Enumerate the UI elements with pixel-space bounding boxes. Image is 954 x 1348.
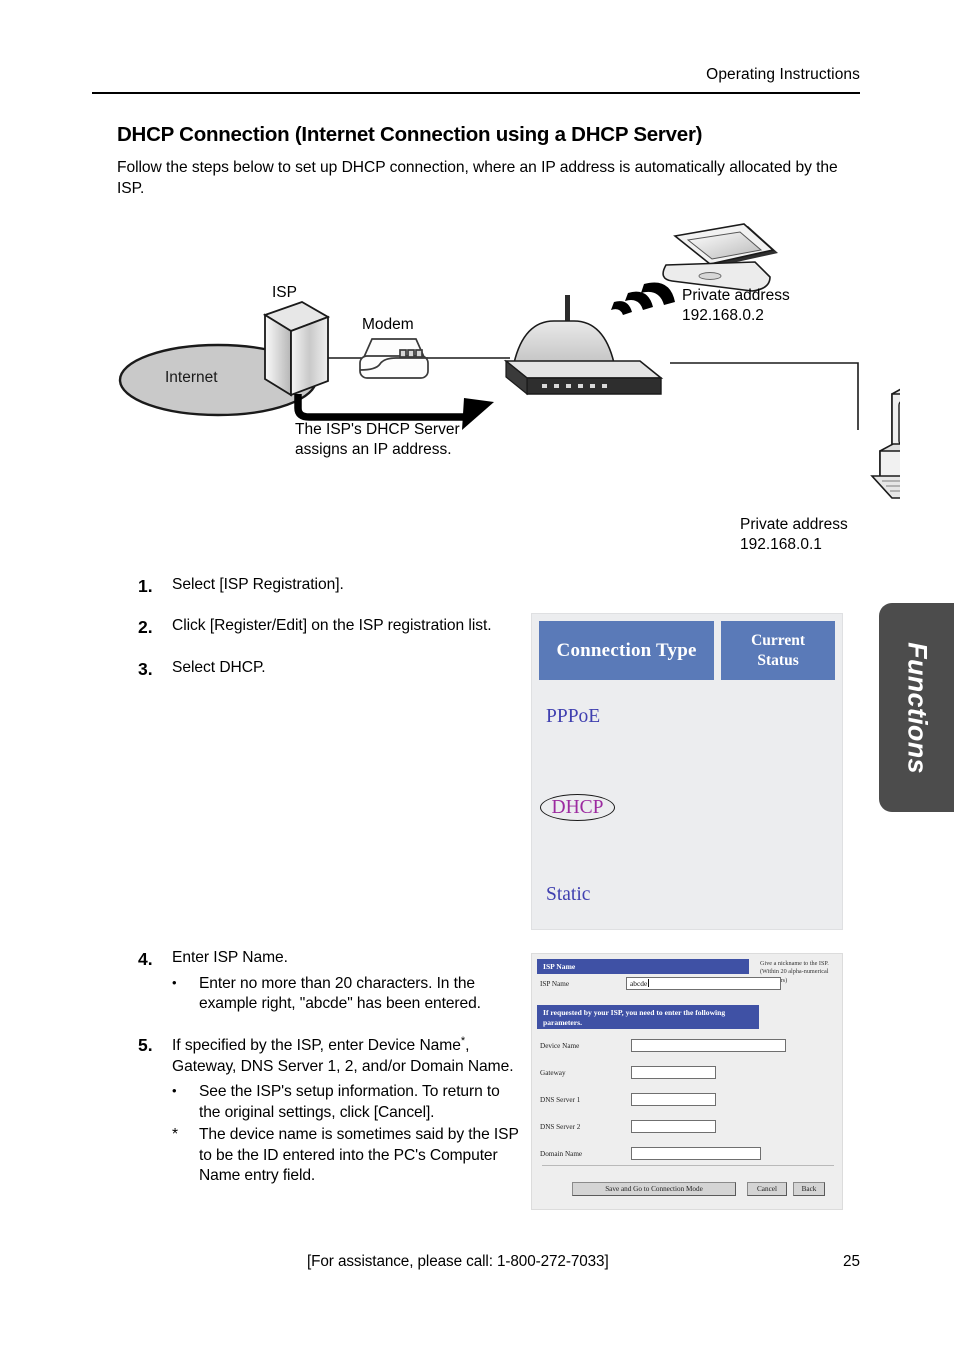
diagram-label-dhcp-note: The ISP's DHCP Server assigns an IP addr… bbox=[295, 420, 460, 461]
input-isp-name-value: abcde bbox=[630, 979, 650, 988]
title-block: DHCP Connection (Internet Connection usi… bbox=[117, 123, 862, 199]
diagram-label-internet: Internet bbox=[165, 369, 218, 386]
header-current-status: Current Status bbox=[721, 621, 835, 680]
input-dns-server-1[interactable] bbox=[631, 1093, 716, 1106]
label-dns-server-2: DNS Server 2 bbox=[540, 1123, 581, 1131]
back-button[interactable]: Back bbox=[793, 1182, 825, 1196]
laptop-addr-line1: Private address bbox=[682, 287, 790, 304]
wireless-signal-icon bbox=[611, 282, 675, 315]
input-gateway-value bbox=[632, 1067, 715, 1068]
connection-type-screenshot: Connection Type Current Status PPPoE DHC… bbox=[531, 613, 843, 930]
link-static[interactable]: Static bbox=[546, 884, 590, 906]
input-device-name-value bbox=[632, 1040, 785, 1041]
header-rule bbox=[92, 92, 860, 94]
asterisk-icon: * bbox=[172, 1126, 179, 1144]
sub-item: * The device name is sometimes said by t… bbox=[172, 1125, 523, 1187]
label-device-name: Device Name bbox=[540, 1042, 580, 1050]
sub-item-text: See the ISP's setup information. To retu… bbox=[199, 1083, 500, 1121]
label-gateway: Gateway bbox=[540, 1069, 566, 1077]
page-number: 25 bbox=[842, 1253, 860, 1270]
step-number: 5. bbox=[138, 1034, 153, 1055]
input-isp-name[interactable]: abcde bbox=[626, 977, 781, 990]
sub-item: • See the ISP's setup information. To re… bbox=[172, 1082, 523, 1123]
diagram-label-isp: ISP bbox=[272, 284, 297, 301]
input-gateway[interactable] bbox=[631, 1066, 716, 1079]
desktop-pc bbox=[870, 388, 900, 499]
step-sub-list: • Enter no more than 20 characters. In t… bbox=[172, 974, 523, 1015]
step-text: If specified by the ISP, enter Device Na… bbox=[172, 1034, 523, 1077]
input-domain-name-value bbox=[632, 1148, 760, 1149]
input-domain-name[interactable] bbox=[631, 1147, 761, 1160]
step-text: Enter ISP Name. bbox=[172, 949, 288, 966]
step5-text-a: If specified by the ISP, enter Device Na… bbox=[172, 1036, 461, 1054]
dhcp-note-line1: The ISP's DHCP Server bbox=[295, 421, 460, 438]
assistance-text: [For assistance, please call: 1-800-272-… bbox=[307, 1253, 609, 1270]
diagram-label-modem: Modem bbox=[362, 316, 414, 333]
diagram-label-laptop-address: Private address 192.168.0.2 bbox=[682, 286, 790, 327]
step-number: 3. bbox=[138, 658, 153, 679]
form-divider bbox=[542, 1165, 834, 1166]
step-text: Select [ISP Registration]. bbox=[172, 576, 344, 593]
step-number: 2. bbox=[138, 617, 153, 638]
dhcp-note-line2: assigns an IP address. bbox=[295, 441, 452, 459]
step-number: 1. bbox=[138, 576, 153, 596]
network-diagram: Internet ISP Modem The ISP's DHCP Server… bbox=[110, 198, 900, 573]
current-status-line2: Status bbox=[757, 651, 799, 669]
label-isp-name: ISP Name bbox=[540, 980, 570, 988]
section-tab-label: Functions bbox=[902, 641, 932, 774]
link-pppoe[interactable]: PPPoE bbox=[546, 706, 600, 728]
step-item: 5. If specified by the ISP, enter Device… bbox=[138, 1034, 523, 1187]
page-header: Operating Instructions bbox=[92, 66, 860, 94]
input-device-name[interactable] bbox=[631, 1039, 786, 1052]
laptop-device bbox=[662, 223, 778, 292]
dhcp-highlight-ellipse: DHCP bbox=[540, 794, 615, 821]
step-item: 1. Select [ISP Registration]. bbox=[138, 575, 520, 597]
save-and-go-to-connection-mode-button[interactable]: Save and Go to Connection Mode bbox=[572, 1182, 736, 1196]
step-item: 3. Select DHCP. bbox=[138, 658, 520, 680]
steps-list-upper: 1. Select [ISP Registration]. 2. Click [… bbox=[138, 575, 520, 699]
footnote-text: The device name is sometimes said by the… bbox=[199, 1126, 519, 1185]
wireless-router bbox=[503, 295, 664, 396]
modem-device bbox=[359, 338, 429, 379]
step-number: 4. bbox=[138, 949, 153, 969]
step-item: 4. Enter ISP Name. • Enter no more than … bbox=[138, 948, 523, 1015]
step-sub-list: • See the ISP's setup information. To re… bbox=[172, 1082, 523, 1187]
intro-paragraph: Follow the steps below to set up DHCP co… bbox=[117, 159, 838, 197]
bullet-icon: • bbox=[172, 974, 177, 990]
step-text: Click [Register/Edit] on the ISP registr… bbox=[172, 617, 492, 635]
page-title: DHCP Connection (Internet Connection usi… bbox=[117, 123, 703, 146]
link-dhcp[interactable]: DHCP bbox=[551, 797, 603, 819]
pc-addr-line2: 192.168.0.1 bbox=[740, 536, 822, 554]
sub-item: • Enter no more than 20 characters. In t… bbox=[172, 974, 523, 1015]
connection-type-header-row: Connection Type Current Status bbox=[532, 614, 842, 680]
laptop-addr-line2: 192.168.0.2 bbox=[682, 307, 764, 325]
text-caret bbox=[648, 979, 650, 987]
input-dns-server-2[interactable] bbox=[631, 1120, 716, 1133]
diagram-label-pc-address: Private address 192.168.0.1 bbox=[740, 515, 848, 556]
section-bar-isp-name: ISP Name bbox=[537, 959, 749, 974]
label-dns-server-1: DNS Server 1 bbox=[540, 1096, 581, 1104]
section-tab-functions: Functions bbox=[879, 603, 954, 812]
current-status-line1: Current bbox=[751, 632, 806, 650]
cancel-button[interactable]: Cancel bbox=[747, 1182, 787, 1196]
pc-addr-line1: Private address bbox=[740, 516, 848, 533]
sub-item-text: Enter no more than 20 characters. In the… bbox=[199, 974, 481, 1013]
input-dns-server-2-value bbox=[632, 1121, 715, 1122]
header-connection-type: Connection Type bbox=[539, 621, 715, 680]
section-bar-parameters: If requested by your ISP, you need to en… bbox=[537, 1005, 759, 1029]
isp-name-form-screenshot: ISP Name Give a nickname to the ISP. (Wi… bbox=[531, 953, 843, 1210]
steps-list-lower: 4. Enter ISP Name. • Enter no more than … bbox=[138, 948, 523, 1206]
running-head: Operating Instructions bbox=[706, 66, 860, 83]
bullet-icon: • bbox=[172, 1083, 177, 1099]
input-dns-server-1-value bbox=[632, 1094, 715, 1095]
label-domain-name: Domain Name bbox=[540, 1150, 583, 1158]
step-text: Select DHCP. bbox=[172, 658, 266, 676]
step-item: 2. Click [Register/Edit] on the ISP regi… bbox=[138, 616, 520, 638]
isp-server-cube bbox=[262, 301, 331, 397]
